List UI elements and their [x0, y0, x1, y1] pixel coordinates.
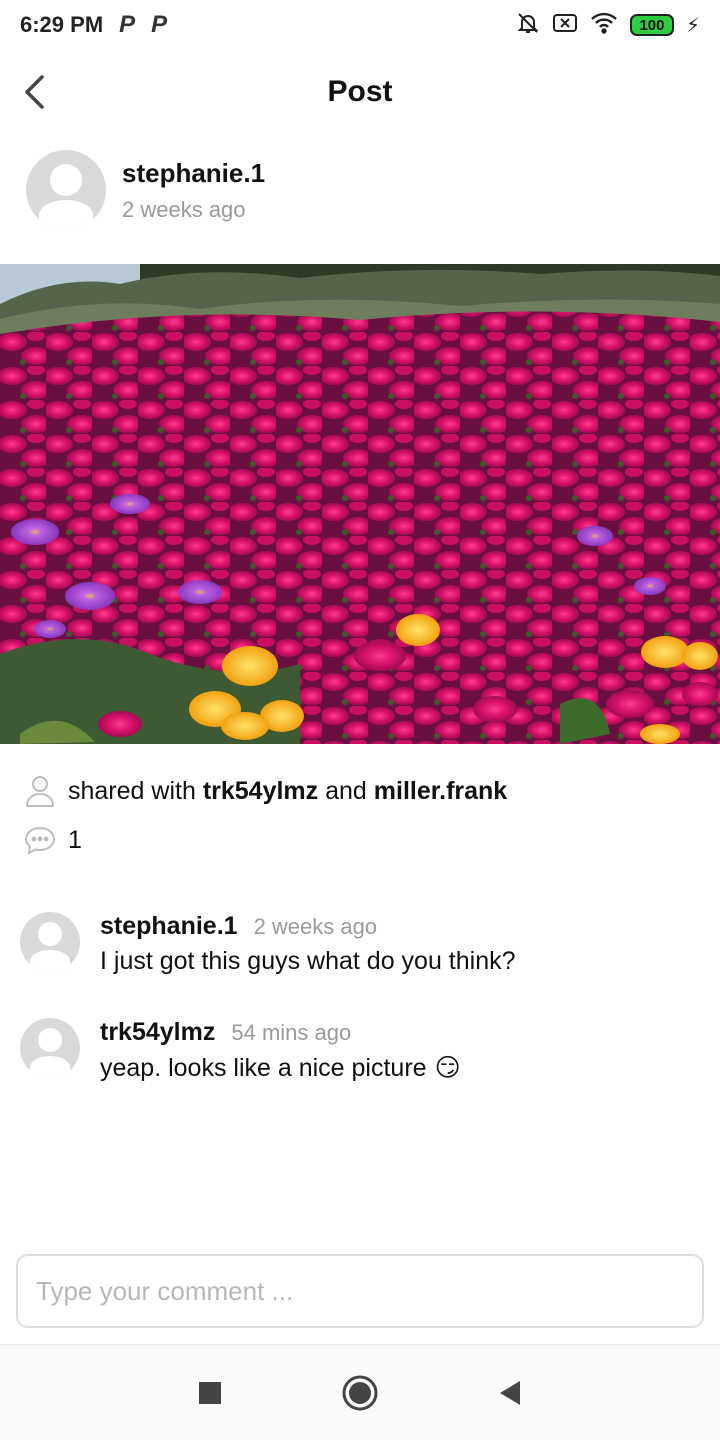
- status-left: 6:29 PM P P: [20, 11, 167, 39]
- system-nav-bar: [0, 1344, 720, 1440]
- comment-count-row: 1: [24, 824, 82, 856]
- flowers-photo-icon: [0, 264, 720, 744]
- comment-time: 2 weeks ago: [253, 914, 378, 939]
- shared-with-row: shared with trk54ylmz and miller.frank: [24, 774, 507, 808]
- page-title: Post: [327, 75, 393, 108]
- circle-icon: [342, 1375, 378, 1410]
- smirk-emoji-icon: 😏: [434, 1054, 461, 1082]
- recents-button[interactable]: [190, 1373, 230, 1413]
- status-bar: 6:29 PM P P 100 ⚡: [0, 0, 720, 50]
- back-nav-button[interactable]: [490, 1373, 530, 1413]
- commenter-avatar[interactable]: [20, 1018, 80, 1078]
- chevron-left-icon: [25, 75, 44, 109]
- speech-bubble-icon: [24, 826, 56, 855]
- post-time: 2 weeks ago: [122, 196, 246, 222]
- sim-error-icon: [552, 12, 578, 39]
- comment-item: stephanie.1 2 weeks ago I just got this …: [20, 912, 516, 976]
- comment-input[interactable]: [16, 1254, 704, 1328]
- comment-username[interactable]: trk54ylmz: [100, 1018, 215, 1047]
- triangle-left-icon: [500, 1380, 520, 1405]
- comment-username[interactable]: stephanie.1: [100, 912, 238, 941]
- post-author: stephanie.1 2 weeks ago: [26, 150, 265, 230]
- muted-bell-icon: [516, 11, 540, 40]
- comment-text: I just got this guys what do you think?: [100, 947, 516, 975]
- status-time: 6:29 PM: [20, 12, 104, 37]
- parking-notification-icon: P: [119, 11, 136, 38]
- square-icon: [199, 1381, 221, 1404]
- shared-user-link[interactable]: miller.frank: [374, 777, 507, 805]
- charging-bolt-icon: ⚡: [685, 14, 700, 37]
- comment-text: yeap. looks like a nice picture 😏: [100, 1053, 461, 1083]
- shared-conjunction: and: [325, 776, 367, 805]
- author-avatar[interactable]: [26, 150, 106, 230]
- author-name[interactable]: stephanie.1: [122, 158, 265, 189]
- home-button[interactable]: [340, 1373, 380, 1413]
- comment-count: 1: [68, 825, 82, 854]
- shared-user-link[interactable]: trk54ylmz: [203, 777, 318, 805]
- back-button[interactable]: [14, 70, 54, 114]
- comment-body: stephanie.1 2 weeks ago I just got this …: [100, 912, 516, 976]
- comment-item: trk54ylmz 54 mins ago yeap. looks like a…: [20, 1018, 461, 1083]
- battery-icon: 100: [629, 14, 674, 36]
- post-photo[interactable]: [0, 264, 720, 744]
- shared-prefix: shared with: [68, 776, 196, 805]
- comment-body: trk54ylmz 54 mins ago yeap. looks like a…: [100, 1018, 461, 1083]
- commenter-avatar[interactable]: [20, 912, 80, 972]
- author-info: stephanie.1 2 weeks ago: [122, 158, 265, 223]
- status-right: 100 ⚡: [516, 11, 700, 40]
- parking-notification-icon: P: [151, 11, 168, 38]
- app-header: Post: [0, 60, 720, 124]
- comment-time: 54 mins ago: [231, 1020, 352, 1045]
- person-icon: [25, 776, 55, 807]
- wifi-icon: [590, 12, 618, 39]
